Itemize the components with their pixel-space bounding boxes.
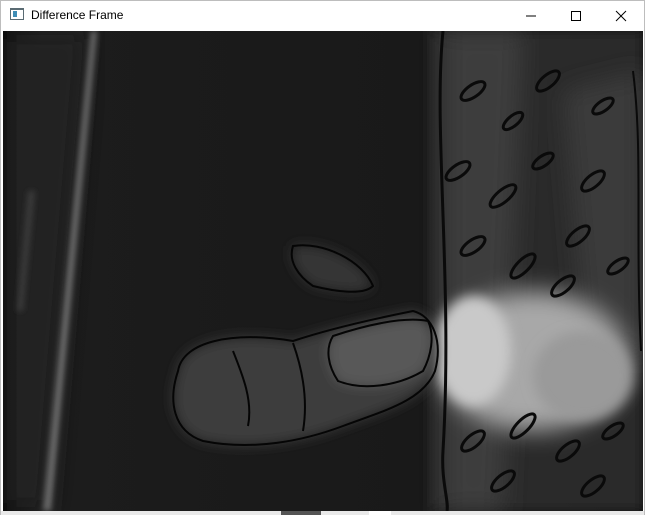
maximize-button[interactable] [553, 1, 599, 30]
bottom-mark-dark [281, 511, 321, 515]
bottom-mark-light [369, 511, 391, 515]
title-bar[interactable]: Difference Frame [1, 1, 644, 30]
opencv-window-icon [10, 8, 24, 20]
close-icon [615, 10, 627, 21]
minimize-button[interactable] [508, 1, 554, 30]
window-title: Difference Frame [31, 8, 124, 22]
difference-frame-window: Difference Frame [0, 0, 645, 515]
window-bottom-edge [1, 511, 644, 515]
difference-frame-image [3, 31, 643, 511]
close-button[interactable] [598, 1, 644, 30]
difference-frame-canvas[interactable] [3, 31, 643, 511]
maximize-icon [571, 10, 581, 21]
minimize-icon [526, 15, 536, 16]
